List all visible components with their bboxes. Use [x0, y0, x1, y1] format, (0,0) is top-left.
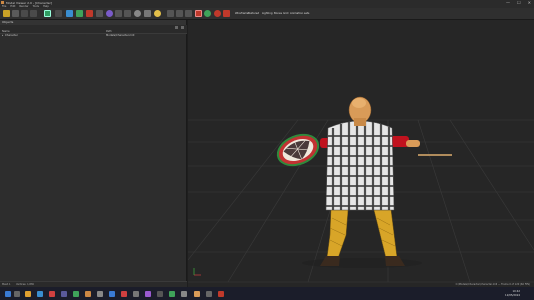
- character-model[interactable]: [272, 96, 452, 266]
- import-icon[interactable]: [21, 10, 28, 17]
- light-icon[interactable]: [154, 10, 161, 17]
- export-icon[interactable]: [30, 10, 37, 17]
- toolbar: Wireframe Textured Lighting Bones Grid A…: [0, 8, 534, 20]
- app-icon-4[interactable]: [85, 291, 91, 297]
- panel-close-icon[interactable]: [181, 26, 184, 29]
- panel-pin-icon[interactable]: [175, 26, 178, 29]
- rotate-icon[interactable]: [176, 10, 183, 17]
- select-icon[interactable]: [44, 10, 51, 17]
- explorer-icon[interactable]: [25, 291, 31, 297]
- app-icon-11[interactable]: [169, 291, 175, 297]
- clock-date: 12/05/2024: [505, 293, 520, 297]
- row-name: Character: [5, 34, 18, 37]
- row-path: Models/Character.mdl: [106, 34, 135, 37]
- skeleton-icon[interactable]: [124, 10, 131, 17]
- window-title: Model Viewer 2.0 - [Character]: [6, 0, 53, 5]
- taskbar: 10:42 12/05/2024: [0, 287, 534, 300]
- grid-toggle[interactable]: Grid: [283, 12, 288, 15]
- material-icon[interactable]: [76, 10, 83, 17]
- start-icon[interactable]: [5, 291, 11, 297]
- texture-icon[interactable]: [66, 10, 73, 17]
- axis-icon[interactable]: [167, 10, 174, 17]
- play-icon[interactable]: [204, 10, 211, 17]
- app-icon-5[interactable]: [97, 291, 103, 297]
- tree-row[interactable]: ▸ Character Models/Character.mdl: [0, 34, 187, 38]
- open-folder-icon[interactable]: [3, 10, 10, 17]
- app-icon: [1, 1, 4, 4]
- expand-arrow-icon[interactable]: ▸: [2, 34, 3, 38]
- camera-icon[interactable]: [144, 10, 151, 17]
- character-shadow: [302, 258, 422, 268]
- app-icon-8[interactable]: [133, 291, 139, 297]
- app-icon-3[interactable]: [73, 291, 79, 297]
- app-icon-9[interactable]: [145, 291, 151, 297]
- move-icon[interactable]: [55, 10, 62, 17]
- app-icon-13[interactable]: [194, 291, 200, 297]
- animation-sets-button[interactable]: Animation sets: [290, 12, 309, 15]
- color-icon[interactable]: [86, 10, 93, 17]
- app-icon-15[interactable]: [218, 291, 224, 297]
- eye-icon[interactable]: [134, 10, 141, 17]
- sphere-icon[interactable]: [106, 10, 113, 17]
- system-tray[interactable]: 10:42 12/05/2024: [505, 290, 520, 297]
- objects-panel: Objects Name Path ▸ Character Models/Cha…: [0, 20, 187, 287]
- grid-icon[interactable]: [96, 10, 103, 17]
- app-icon-12[interactable]: [181, 291, 187, 297]
- scale-icon[interactable]: [185, 10, 192, 17]
- app-icon-10[interactable]: [157, 291, 163, 297]
- browser-icon[interactable]: [37, 291, 43, 297]
- axis-gizmo-icon: [193, 268, 201, 276]
- app-icon-14[interactable]: [206, 291, 212, 297]
- status-path: C:\Models\Character\character.mdl — Fram…: [455, 283, 530, 286]
- app-icon-6[interactable]: [109, 291, 115, 297]
- wireframe-toggle[interactable]: Wireframe: [235, 12, 249, 15]
- reset-icon[interactable]: [223, 10, 230, 17]
- bone-icon[interactable]: [115, 10, 122, 17]
- bones-toggle[interactable]: Bones: [274, 12, 282, 15]
- app-icon-1[interactable]: [49, 291, 55, 297]
- search-icon[interactable]: [14, 291, 20, 297]
- viewport-scene[interactable]: [188, 20, 534, 287]
- save-icon[interactable]: [12, 10, 19, 17]
- 3d-viewport[interactable]: C:\Models\Character\character.mdl — Fram…: [188, 20, 534, 287]
- textured-toggle[interactable]: Textured: [248, 12, 259, 15]
- app-window: Model Viewer 2.0 - [Character] — ☐ ✕ Fil…: [0, 0, 534, 300]
- stop-icon[interactable]: [214, 10, 221, 17]
- lighting-toggle[interactable]: Lighting: [262, 12, 272, 15]
- app-icon-7[interactable]: [121, 291, 127, 297]
- record-icon[interactable]: [195, 10, 202, 17]
- app-icon-2[interactable]: [61, 291, 67, 297]
